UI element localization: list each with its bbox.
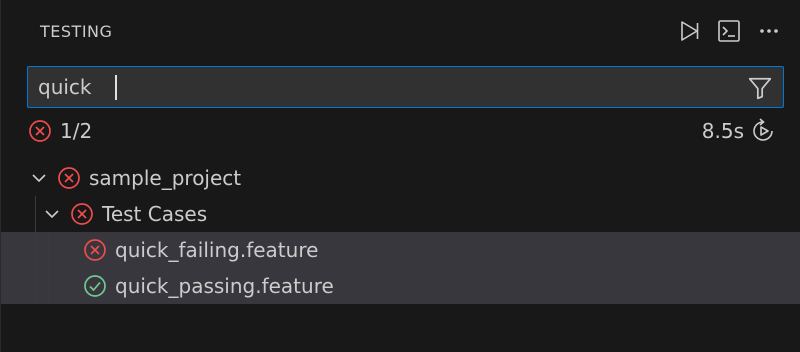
terminal-icon — [718, 20, 740, 42]
show-output-button[interactable] — [716, 18, 742, 44]
tree-item-sample-project[interactable]: sample_project — [1, 160, 800, 196]
tree-item-quick-failing[interactable]: quick_failing.feature — [1, 232, 800, 268]
indent-guide — [35, 268, 36, 304]
test-tree: sample_project Test Cases quick_failing.… — [1, 160, 800, 304]
chevron-down-icon[interactable] — [30, 169, 48, 187]
rerun-icon[interactable] — [750, 117, 778, 145]
error-circle-icon — [29, 120, 51, 142]
testing-panel: TESTING quick 1/2 8.5s sample_project Te… — [0, 0, 800, 352]
panel-actions — [676, 18, 782, 44]
run-tests-icon — [681, 21, 699, 41]
indent-guide — [35, 196, 36, 232]
panel-header: TESTING — [1, 0, 800, 64]
tree-item-quick-passing[interactable]: quick_passing.feature — [1, 268, 800, 304]
test-duration: 8.5s — [701, 119, 744, 143]
tree-item-label: quick_passing.feature — [115, 274, 334, 298]
tree-item-label: Test Cases — [102, 202, 208, 226]
tree-item-label: quick_failing.feature — [115, 238, 319, 262]
indent-guide — [35, 232, 36, 268]
more-actions-button[interactable] — [756, 18, 782, 44]
panel-title: TESTING — [40, 22, 113, 41]
error-circle-icon — [58, 167, 80, 189]
summary-count: 1/2 — [60, 119, 93, 143]
more-icon — [760, 29, 778, 33]
error-circle-icon — [71, 203, 93, 225]
indent-guide — [48, 268, 49, 304]
text-caret — [115, 75, 117, 100]
test-summary: 1/2 8.5s — [1, 116, 800, 146]
filter-icon[interactable] — [747, 75, 773, 101]
filter-box — [27, 66, 784, 108]
filter-input[interactable] — [38, 67, 728, 107]
check-circle-icon — [84, 275, 106, 297]
run-tests-button[interactable] — [676, 18, 702, 44]
error-circle-icon — [84, 239, 106, 261]
indent-guide — [48, 232, 49, 268]
tree-item-label: sample_project — [89, 166, 242, 190]
chevron-down-icon[interactable] — [43, 205, 61, 223]
tree-item-test-cases[interactable]: Test Cases — [1, 196, 800, 232]
